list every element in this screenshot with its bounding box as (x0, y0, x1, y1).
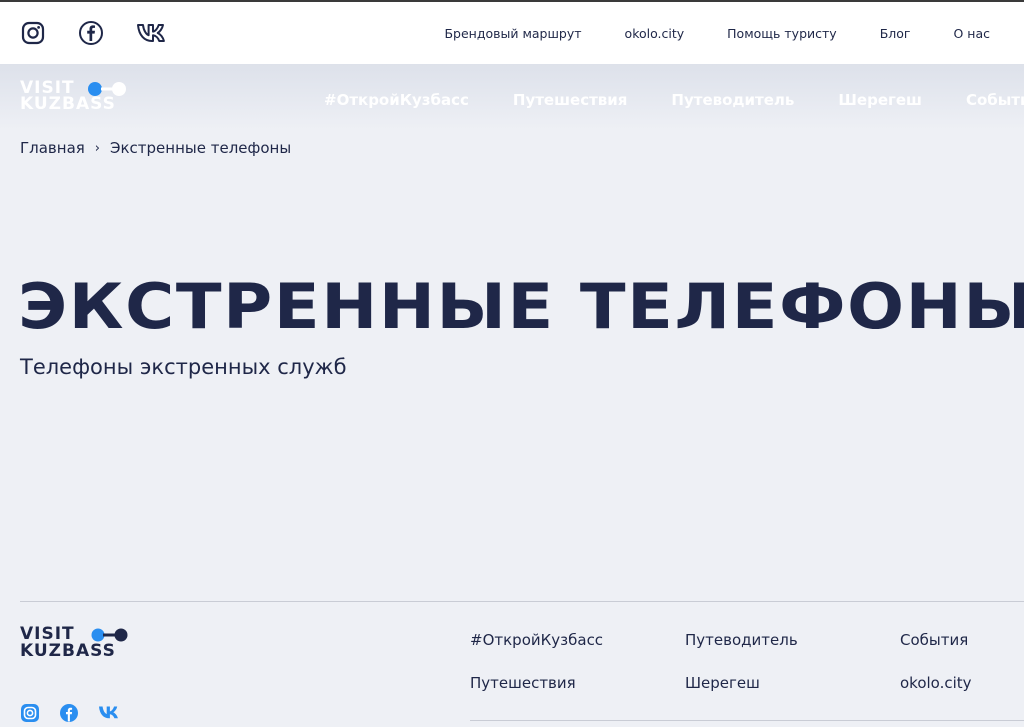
breadcrumb: Главная › Экстренные телефоны (20, 139, 291, 157)
instagram-icon[interactable] (20, 703, 40, 723)
footer-link-okolo-city[interactable]: okolo.city (900, 674, 1020, 692)
top-link-brand-route[interactable]: Брендовый маршрут (444, 26, 581, 41)
top-link-about[interactable]: О нас (953, 26, 990, 41)
vk-icon[interactable] (98, 703, 122, 723)
footer-logo-line2: KUZBASS (20, 641, 116, 661)
visit-kuzbass-logo[interactable]: VISIT KUZBASS (20, 78, 132, 114)
top-socials (20, 20, 171, 46)
footer-socials (20, 703, 122, 723)
footer-link-guide[interactable]: Путеводитель (685, 631, 900, 649)
nav-open-kuzbass[interactable]: #ОткройКузбасс (324, 91, 469, 109)
breadcrumb-current: Экстренные телефоны (110, 139, 292, 157)
nav-events[interactable]: События (966, 91, 1024, 109)
page-subtitle: Телефоны экстренных служб (20, 355, 347, 379)
footer-link-open-kuzbass[interactable]: #ОткройКузбасс (470, 631, 685, 649)
top-link-okolo-city[interactable]: okolo.city (625, 26, 685, 41)
footer-link-sheregesh[interactable]: Шерегеш (685, 674, 900, 692)
top-links: Брендовый маршрут okolo.city Помощь тури… (444, 26, 990, 41)
footer-logo[interactable]: VISIT KUZBASS (20, 624, 132, 662)
footer-link-events[interactable]: События (900, 631, 1020, 649)
nav-guide[interactable]: Путеводитель (671, 91, 794, 109)
logo-line2: KUZBASS (20, 94, 116, 114)
page-title: ЭКСТРЕННЫЕ ТЕЛЕФОНЫ (18, 270, 1024, 343)
top-link-blog[interactable]: Блог (880, 26, 911, 41)
main-nav-links: #ОткройКузбасс Путешествия Путеводитель … (324, 91, 1024, 109)
top-link-tourist-help[interactable]: Помощь туристу (727, 26, 837, 41)
footer-divider (20, 601, 1024, 602)
chevron-right-icon: › (94, 140, 100, 156)
instagram-icon[interactable] (20, 20, 46, 46)
nav-travel[interactable]: Путешествия (513, 91, 628, 109)
vk-icon[interactable] (135, 20, 171, 46)
top-bar: Брендовый маршрут okolo.city Помощь тури… (0, 0, 1024, 64)
breadcrumb-home[interactable]: Главная (20, 139, 85, 157)
nav-sheregesh[interactable]: Шерегеш (838, 91, 922, 109)
footer-links: #ОткройКузбасс Путеводитель События Путе… (470, 631, 1020, 692)
footer-link-travel[interactable]: Путешествия (470, 674, 685, 692)
main-nav: VISIT KUZBASS #ОткройКузбасс Путешествия… (0, 64, 1024, 130)
facebook-icon[interactable] (78, 20, 104, 46)
footer-divider-bottom (470, 720, 1024, 721)
facebook-icon[interactable] (59, 703, 79, 723)
